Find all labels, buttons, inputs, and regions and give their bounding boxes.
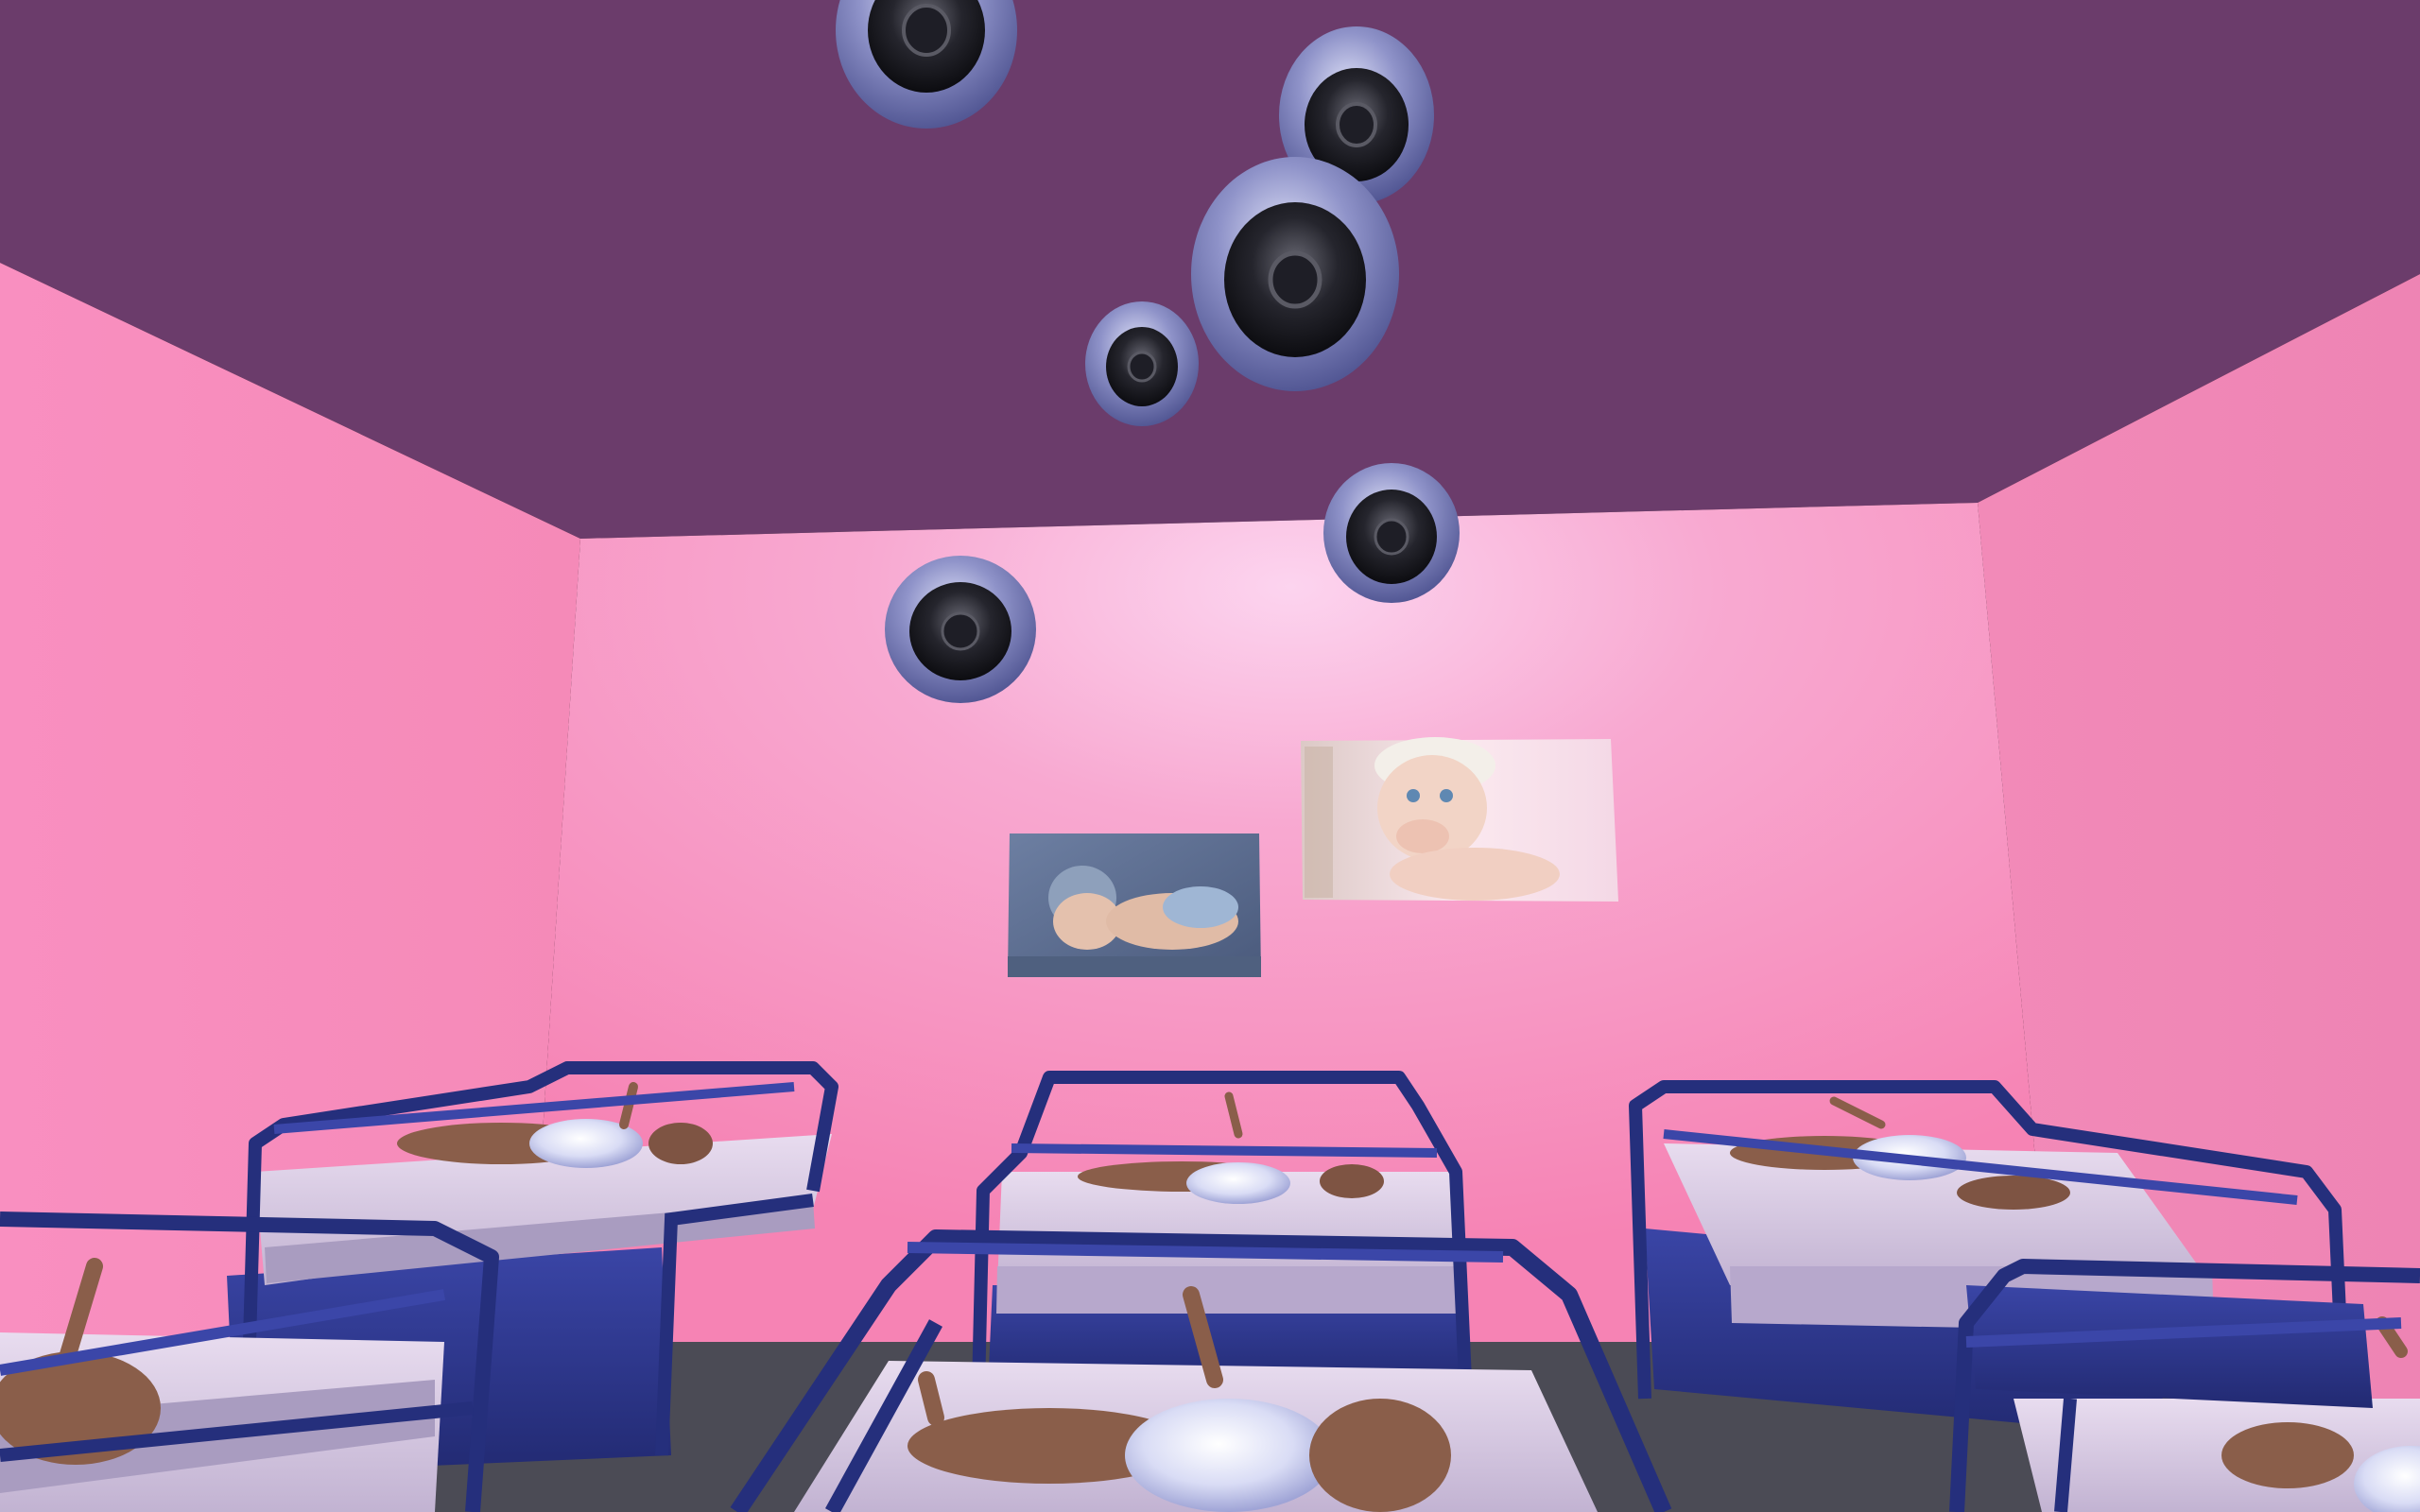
ceiling-speaker-5	[1323, 463, 1460, 603]
ceiling-speaker-4	[1085, 301, 1199, 426]
nursery-scene	[0, 0, 2420, 1512]
smiling-baby-picture	[1301, 737, 1618, 902]
ceiling-speaker-3	[1191, 157, 1399, 391]
sleeping-baby-picture	[1008, 833, 1261, 977]
ceiling-speaker-6	[885, 556, 1036, 703]
